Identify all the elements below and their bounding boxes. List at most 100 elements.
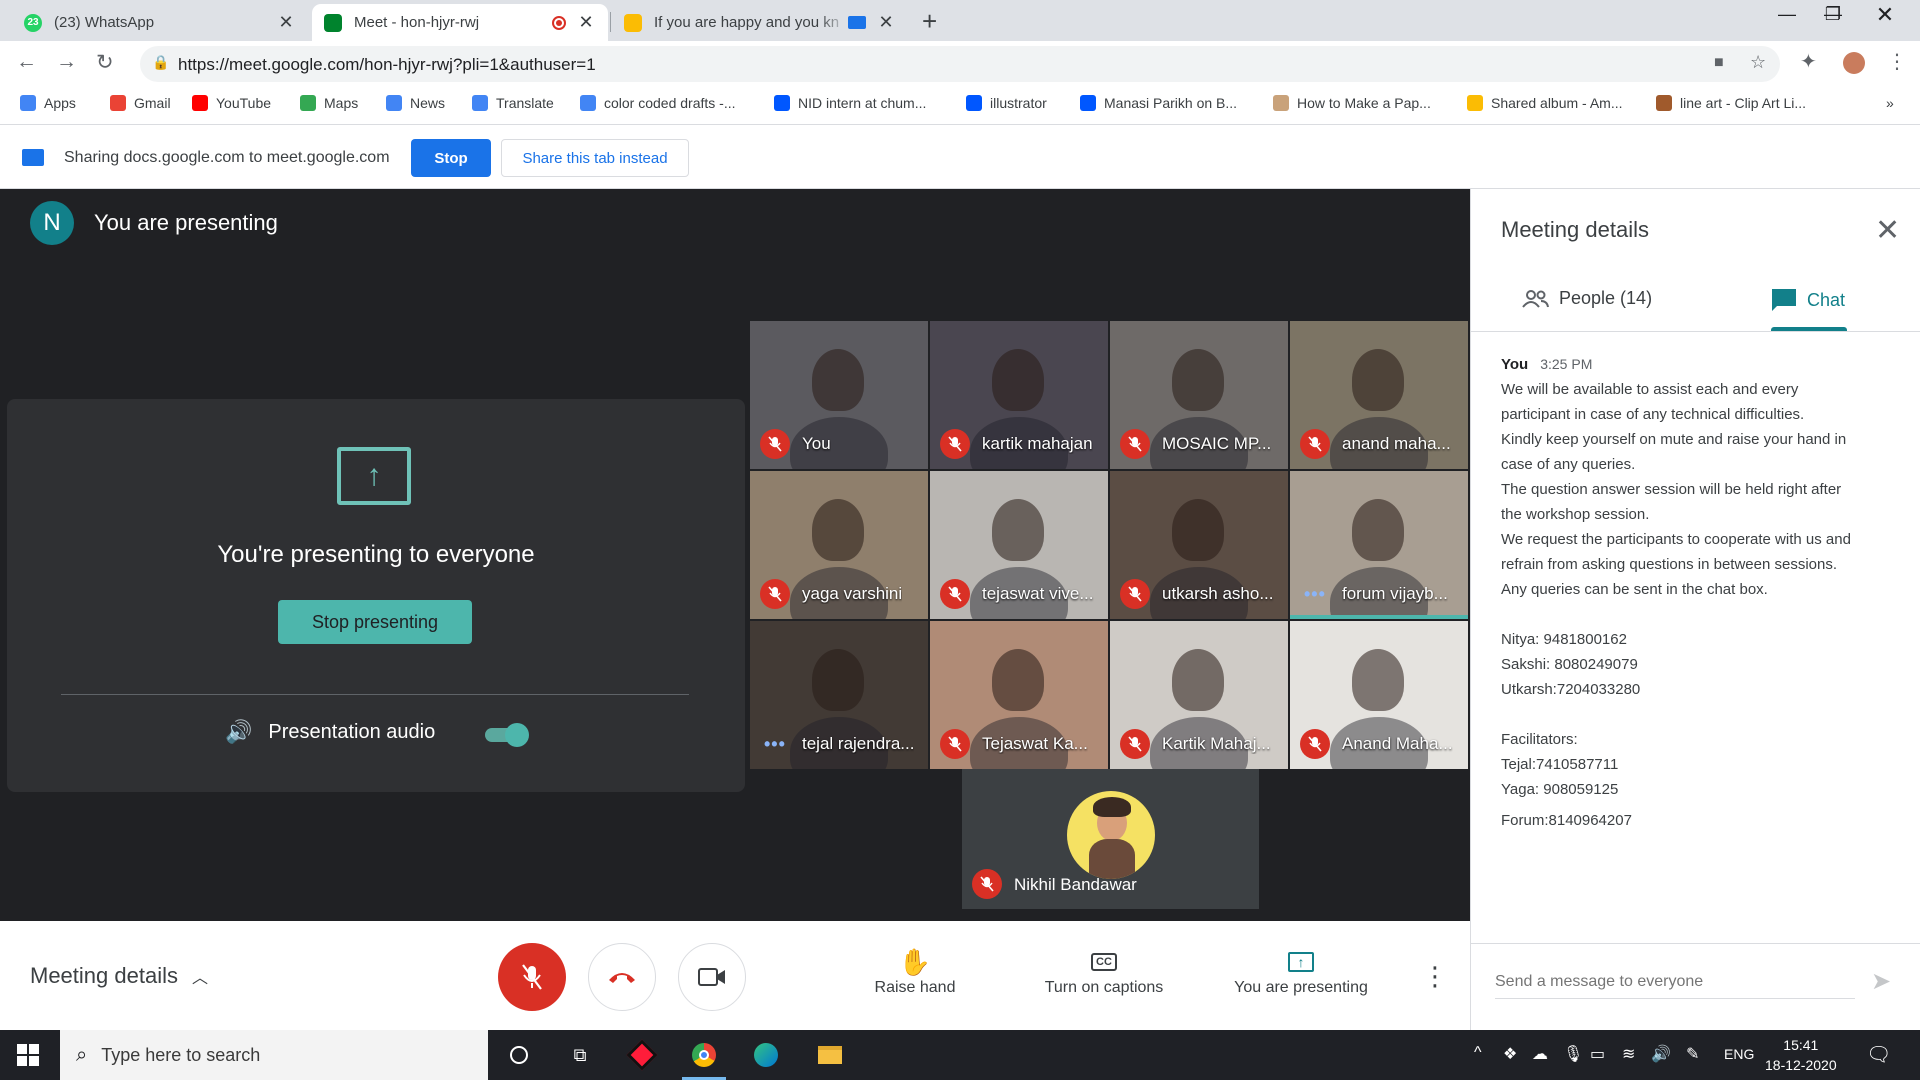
bookmark-item[interactable]: Shared album - Am... (1467, 95, 1623, 111)
close-icon[interactable]: ✕ (1875, 213, 1900, 248)
chat-message-input[interactable] (1495, 965, 1855, 999)
meeting-details-button[interactable]: Meeting details ︿ (30, 963, 208, 989)
chrome-icon[interactable] (682, 1040, 726, 1080)
featured-participant-tile[interactable]: Nikhil Bandawar (962, 769, 1259, 909)
star-icon[interactable]: ☆ (1750, 52, 1766, 73)
new-tab-button[interactable]: + (922, 6, 937, 37)
edge-icon[interactable] (750, 1040, 782, 1070)
tab-people[interactable]: People (14) (1521, 288, 1652, 309)
bookmark-item[interactable]: YouTube (192, 95, 271, 111)
bookmark-item[interactable]: News (386, 95, 445, 111)
leave-call-button[interactable] (588, 943, 656, 1011)
meeting-control-bar: Meeting details ︿ ✋ Raise hand CC Turn o… (0, 921, 1470, 1030)
participant-tile[interactable]: kartik mahajan (930, 321, 1108, 469)
chat-messages: You 3:25 PM We will be available to assis… (1501, 352, 1901, 833)
participant-tile[interactable]: Tejaswat Ka... (930, 621, 1108, 769)
chat-line: Yaga: 908059125 (1501, 781, 1619, 798)
participant-video (812, 499, 864, 561)
participant-tile[interactable]: anand maha... (1290, 321, 1468, 469)
cortana-icon[interactable] (503, 1040, 535, 1070)
extensions-icon[interactable]: ✦ (1800, 49, 1817, 74)
participant-tile[interactable]: MOSAIC MP... (1110, 321, 1288, 469)
raise-hand-button[interactable]: ✋ Raise hand (868, 945, 962, 997)
bookmarks-overflow-icon[interactable]: » (1886, 95, 1894, 111)
notifications-icon[interactable]: 🗨 (1866, 1042, 1891, 1067)
bookmark-item[interactable]: NID intern at chum... (774, 95, 926, 111)
tab-slides[interactable]: If you are happy and you kn ✕ (612, 4, 908, 41)
stop-presenting-button[interactable]: Stop presenting (278, 600, 472, 644)
language-indicator[interactable]: ENG (1724, 1046, 1754, 1062)
bookmark-item[interactable]: color coded drafts -... (580, 95, 736, 111)
divider (1471, 943, 1920, 944)
participant-tile[interactable]: Anand Maha... (1290, 621, 1468, 769)
bookmark-item[interactable]: How to Make a Pap... (1273, 95, 1431, 111)
participant-tile[interactable]: ••• tejal rajendra... (750, 621, 928, 769)
profile-avatar[interactable] (1843, 52, 1865, 74)
participant-tile[interactable]: You (750, 321, 928, 469)
share-this-tab-button[interactable]: Share this tab instead (501, 139, 689, 177)
app-icon[interactable] (626, 1039, 658, 1071)
minimize-button[interactable]: — (1764, 4, 1810, 25)
camera-toggle-button[interactable] (678, 943, 746, 1011)
menu-dots-icon[interactable]: ⋮ (1887, 49, 1907, 74)
more-options-icon[interactable]: ⋮ (1422, 961, 1448, 992)
reload-icon[interactable]: ↻ (96, 50, 114, 75)
participant-video (1172, 499, 1224, 561)
bookmark-item[interactable]: Gmail (110, 95, 171, 111)
bookmark-label: News (410, 95, 446, 111)
browser-tab-strip: 23 (23) WhatsApp ✕ Meet - hon-hjyr-rwj ✕… (0, 0, 1920, 41)
battery-icon[interactable]: ▭ (1590, 1044, 1605, 1064)
pen-icon[interactable]: ✎ (1686, 1044, 1699, 1064)
participant-video (1172, 649, 1224, 711)
close-tab-icon[interactable]: ✕ (576, 12, 596, 33)
address-bar[interactable]: 🔒 https://meet.google.com/hon-hjyr-rwj?p… (140, 46, 1780, 82)
tab-whatsapp[interactable]: 23 (23) WhatsApp ✕ (12, 4, 308, 41)
meet-stage: N You are presenting ↑ You're presenting… (0, 189, 1470, 921)
meeting-details-panel: Meeting details ✕ People (14) Chat You 3:… (1470, 189, 1920, 1030)
volume-icon[interactable]: 🔊 (1651, 1044, 1671, 1064)
chat-sender: You (1501, 356, 1529, 373)
file-explorer-icon[interactable] (814, 1040, 846, 1070)
participant-tile[interactable]: yaga varshini (750, 471, 928, 619)
bookmark-item[interactable]: Manasi Parikh on B... (1080, 95, 1237, 111)
bookmark-item[interactable]: Apps (20, 95, 76, 111)
microphone-icon[interactable]: 🎙 (1563, 1044, 1583, 1064)
forward-icon[interactable]: → (56, 50, 77, 74)
participant-tile[interactable]: ••• forum vijayb... (1290, 471, 1468, 619)
presentation-audio-toggle[interactable] (483, 722, 531, 747)
stop-sharing-button[interactable]: Stop (411, 139, 491, 177)
mic-off-icon (1120, 429, 1150, 459)
bookmark-item[interactable]: Maps (300, 95, 358, 111)
bookmark-item[interactable]: line art - Clip Art Li... (1656, 95, 1806, 111)
maximize-button[interactable]: ❐ (1810, 4, 1856, 25)
captions-button[interactable]: CC Turn on captions (1034, 945, 1174, 997)
present-now-button[interactable]: ↑ You are presenting (1226, 945, 1376, 997)
tab-meet[interactable]: Meet - hon-hjyr-rwj ✕ (312, 4, 608, 41)
back-icon[interactable]: ← (16, 50, 37, 74)
send-icon[interactable]: ➤ (1871, 967, 1891, 996)
bookmark-item[interactable]: illustrator (966, 95, 1047, 111)
close-tab-icon[interactable]: ✕ (876, 12, 896, 33)
system-clock[interactable]: 15:41 18-12-2020 (1765, 1035, 1837, 1075)
windows-start-icon[interactable] (17, 1044, 39, 1066)
hand-icon: ✋ (898, 946, 932, 977)
participant-tile[interactable]: Kartik Mahaj... (1110, 621, 1288, 769)
bookmark-label: Translate (496, 95, 554, 111)
camera-in-use-icon[interactable]: ■ (1714, 54, 1724, 72)
chevron-up-icon[interactable]: ^ (1474, 1044, 1482, 1062)
participant-tile[interactable]: tejaswat vive... (930, 471, 1108, 619)
task-view-icon[interactable]: ⧉ (564, 1040, 596, 1070)
tab-chat[interactable]: Chat (1771, 288, 1845, 312)
participant-tile[interactable]: utkarsh asho... (1110, 471, 1288, 619)
mic-toggle-button[interactable] (498, 943, 566, 1011)
bookmark-item[interactable]: Translate (472, 95, 554, 111)
close-window-button[interactable]: ✕ (1862, 2, 1908, 28)
dropbox-icon[interactable]: ❖ (1503, 1044, 1517, 1064)
search-placeholder: Type here to search (101, 1044, 261, 1065)
cloud-icon[interactable]: ☁ (1532, 1044, 1548, 1064)
close-tab-icon[interactable]: ✕ (276, 12, 296, 33)
bookmark-favicon-icon (1656, 95, 1672, 111)
wifi-icon[interactable]: ≋ (1622, 1044, 1635, 1064)
participant-video (1352, 499, 1404, 561)
taskbar-search-box[interactable]: ⌕ Type here to search (60, 1030, 488, 1080)
